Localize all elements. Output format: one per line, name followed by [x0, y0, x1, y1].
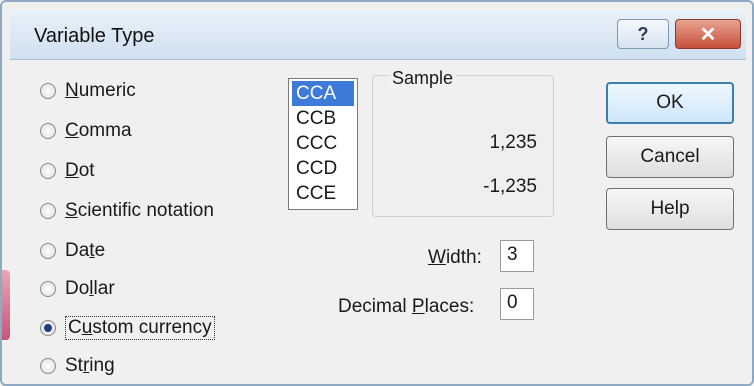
radio-label: Dollar [65, 278, 115, 299]
close-icon: ✕ [699, 23, 717, 46]
context-help-button[interactable]: ? [617, 19, 669, 49]
question-icon: ? [637, 23, 649, 44]
sample-negative: -1,235 [483, 176, 537, 197]
list-item[interactable]: CCA [292, 81, 354, 106]
list-item[interactable]: CCC [292, 131, 354, 156]
width-label: Width: [428, 247, 482, 268]
sample-positive: 1,235 [489, 132, 537, 153]
list-item[interactable]: CCE [292, 181, 354, 206]
radio-string[interactable]: String [40, 351, 115, 381]
radio-button-selected[interactable] [40, 320, 56, 336]
radio-button[interactable] [40, 203, 56, 219]
title-bar: Variable Type ? ✕ [10, 10, 746, 60]
radio-scientific-notation[interactable]: Scientific notation [40, 196, 214, 226]
radio-label: Scientific notation [65, 200, 214, 221]
decimal-places-field[interactable]: 0 [500, 288, 534, 320]
radio-button[interactable] [40, 243, 56, 259]
list-item[interactable]: CCB [292, 106, 354, 131]
ok-button[interactable]: OK [606, 82, 734, 124]
dialog-body: Numeric Comma Dot Scientific notation Da… [10, 60, 746, 380]
close-button[interactable]: ✕ [675, 19, 741, 49]
currency-listbox[interactable]: CCA CCB CCC CCD CCE [288, 78, 358, 210]
decimal-places-label: Decimal Places: [338, 296, 475, 317]
radio-dollar[interactable]: Dollar [40, 274, 115, 304]
sample-groupbox: Sample 1,235 -1,235 [372, 68, 554, 217]
radio-dot[interactable]: Dot [40, 156, 95, 186]
radio-label: Date [65, 240, 106, 261]
cancel-button[interactable]: Cancel [606, 136, 734, 178]
radio-label: Custom currency [65, 316, 215, 340]
sample-label: Sample [389, 68, 457, 89]
radio-button[interactable] [40, 83, 56, 99]
help-button[interactable]: Help [606, 188, 734, 230]
variable-type-dialog: Variable Type ? ✕ Numeric Comma Dot Scie… [0, 0, 754, 386]
dialog-title: Variable Type [34, 25, 155, 47]
radio-custom-currency[interactable]: Custom currency [40, 313, 215, 343]
radio-label: String [65, 355, 115, 376]
radio-button[interactable] [40, 358, 56, 374]
list-item[interactable]: CCD [292, 156, 354, 181]
radio-label: Comma [65, 120, 132, 141]
radio-label: Dot [65, 160, 95, 181]
callout-arrow [2, 270, 10, 340]
radio-button[interactable] [40, 281, 56, 297]
radio-button[interactable] [40, 123, 56, 139]
radio-numeric[interactable]: Numeric [40, 76, 136, 106]
radio-date[interactable]: Date [40, 236, 105, 266]
width-field[interactable]: 3 [500, 240, 534, 272]
radio-label: Numeric [65, 80, 136, 101]
radio-comma[interactable]: Comma [40, 116, 132, 146]
radio-button[interactable] [40, 163, 56, 179]
